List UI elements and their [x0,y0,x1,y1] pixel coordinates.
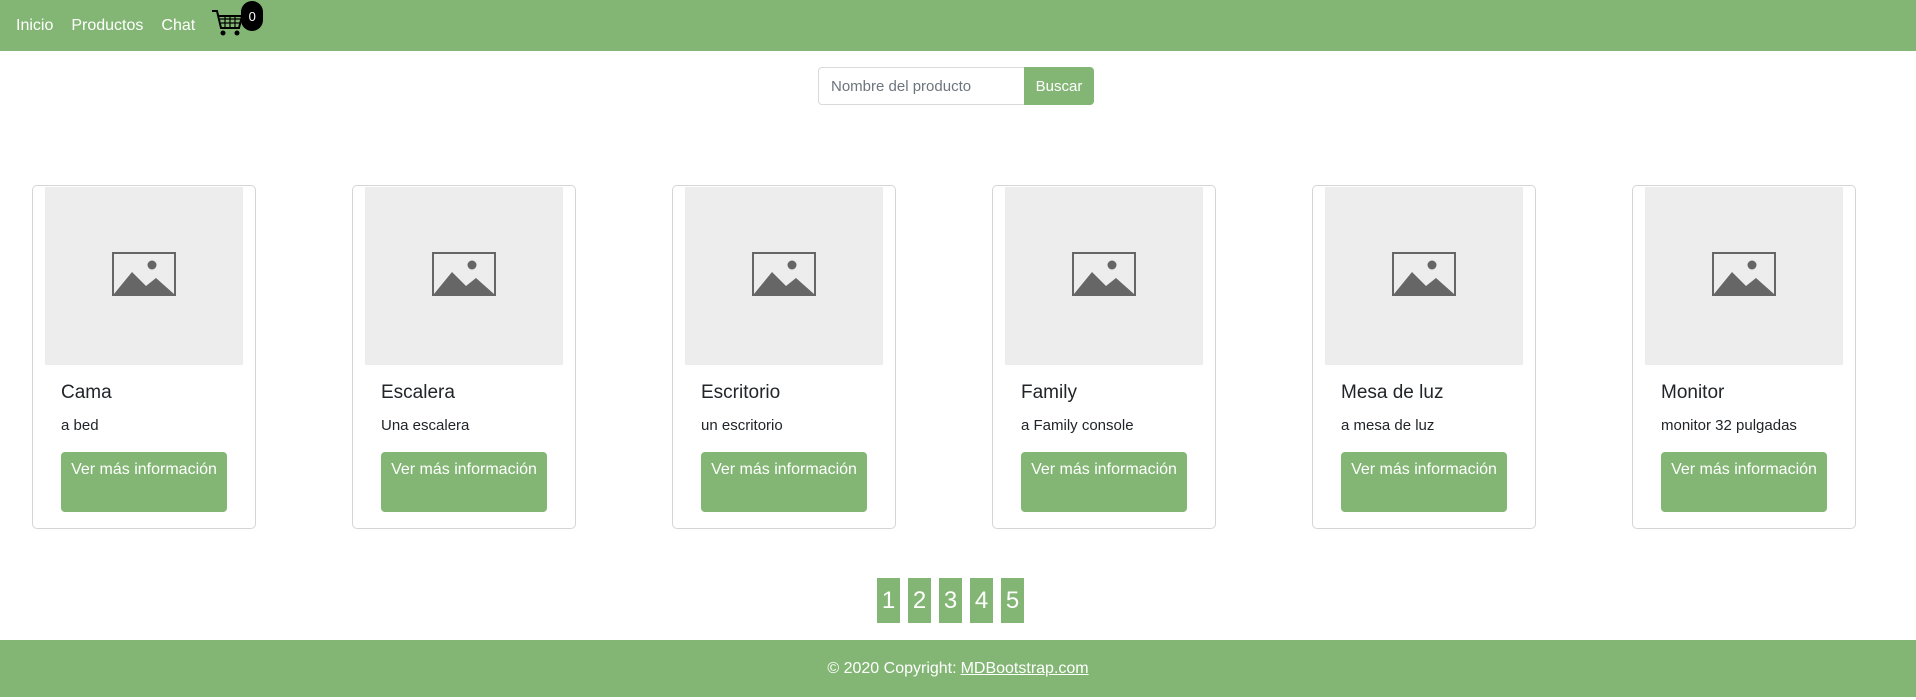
product-card: Escritorio un escritorio Ver más informaci… [672,185,896,529]
page-button-3[interactable]: 3 [939,578,962,623]
product-name: Family [1021,382,1077,403]
search-form: Buscar [818,67,1094,105]
more-info-button[interactable]: Ver más información [381,452,547,512]
product-description: un escritorio [701,417,783,434]
product-name: Cama [61,382,112,403]
footer-link[interactable]: MDBootstrap.com [961,660,1089,678]
cart-count-badge: 0 [241,1,264,31]
product-image [45,187,243,365]
product-name: Mesa de luz [1341,382,1444,403]
cart-button[interactable]: 0 [211,1,264,43]
product-image [1005,187,1203,365]
image-placeholder-icon [752,251,816,301]
footer-copyright: © 2020 Copyright: [827,659,957,677]
product-name: Escalera [381,382,455,403]
shopping-cart-icon [211,8,245,43]
product-image [1645,187,1843,365]
more-info-button[interactable]: Ver más información [61,452,227,512]
nav-link-inicio[interactable]: Inicio [16,17,53,35]
product-card: Monitor monitor 32 pulgadas Ver más inform… [1632,185,1856,529]
product-image [1325,187,1523,365]
more-info-button[interactable]: Ver más información [701,452,867,512]
product-card: Mesa de luz a mesa de luz Ver más informac… [1312,185,1536,529]
more-info-button[interactable]: Ver más información [1341,452,1507,512]
product-image [685,187,883,365]
product-description: Una escalera [381,417,470,434]
page-button-4[interactable]: 4 [970,578,993,623]
product-description: a bed [61,417,99,434]
image-placeholder-icon [432,251,496,301]
image-placeholder-icon [1712,251,1776,301]
product-image [365,187,563,365]
page-button-1[interactable]: 1 [877,578,900,623]
product-description: a mesa de luz [1341,417,1435,434]
page-button-2[interactable]: 2 [908,578,931,623]
product-card: Family a Family console Ver más informació… [992,185,1216,529]
pagination: 1 2 3 4 5 [877,578,1032,623]
search-button[interactable]: Buscar [1024,67,1094,105]
page-button-5[interactable]: 5 [1001,578,1024,623]
navbar: Inicio Productos Chat 0 [0,0,1916,51]
product-description: a Family console [1021,417,1134,434]
search-input[interactable] [818,67,1024,105]
nav-link-chat[interactable]: Chat [161,17,195,35]
footer: © 2020 Copyright: MDBootstrap.com [0,640,1916,697]
product-description: monitor 32 pulgadas [1661,417,1797,434]
image-placeholder-icon [1072,251,1136,301]
product-card: Cama a bed Ver más información [32,185,256,529]
more-info-button[interactable]: Ver más información [1021,452,1187,512]
product-name: Monitor [1661,382,1725,403]
image-placeholder-icon [112,251,176,301]
image-placeholder-icon [1392,251,1456,301]
product-name: Escritorio [701,382,781,403]
product-card: Escalera Una escalera Ver más información [352,185,576,529]
nav-link-productos[interactable]: Productos [71,17,143,35]
more-info-button[interactable]: Ver más información [1661,452,1827,512]
